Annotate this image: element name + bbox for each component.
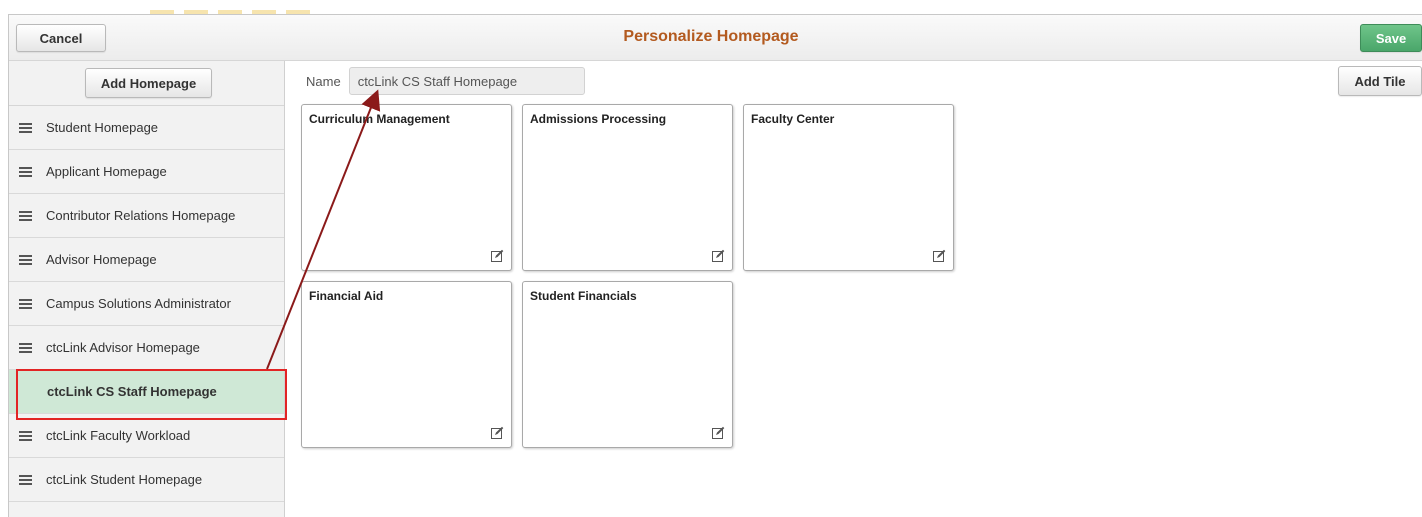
- tile-title: Faculty Center: [751, 112, 835, 126]
- tile-title: Financial Aid: [309, 289, 384, 303]
- name-input[interactable]: [348, 67, 585, 95]
- add-homepage-button[interactable]: Add Homepage: [85, 68, 212, 98]
- add-tile-button[interactable]: Add Tile: [1338, 66, 1422, 96]
- sidebar-item-label: ctcLink Student Homepage: [46, 472, 203, 487]
- hamburger-icon[interactable]: [19, 298, 33, 310]
- hamburger-icon[interactable]: [19, 122, 33, 134]
- hamburger-icon[interactable]: [19, 430, 33, 442]
- sidebar-item-label: ctcLink CS Staff Homepage: [47, 384, 217, 399]
- cancel-button[interactable]: Cancel: [16, 24, 106, 52]
- sidebar-item-label: Advisor Homepage: [46, 252, 157, 267]
- homepage-tile[interactable]: Student Financials: [522, 281, 733, 448]
- sidebar-item[interactable]: Advisor Homepage: [9, 238, 284, 282]
- edit-icon[interactable]: [491, 249, 504, 262]
- homepage-sidebar: Add Homepage Student Homepage Applicant H…: [9, 61, 285, 517]
- homepage-tile[interactable]: Financial Aid: [301, 281, 512, 448]
- save-button[interactable]: Save: [1360, 24, 1422, 52]
- homepage-tile[interactable]: Admissions Processing: [522, 104, 733, 271]
- name-label: Name: [306, 73, 341, 89]
- sidebar-header: Add Homepage: [9, 61, 284, 106]
- sidebar-item[interactable]: ctcLink CS Staff Homepage: [9, 370, 284, 414]
- header-bar: [9, 14, 1422, 61]
- hamburger-icon[interactable]: [19, 342, 33, 354]
- sidebar-item[interactable]: Contributor Relations Homepage: [9, 194, 284, 238]
- hamburger-icon[interactable]: [19, 474, 33, 486]
- tile-title: Curriculum Management: [309, 112, 450, 126]
- hamburger-icon[interactable]: [19, 210, 33, 222]
- sidebar-item[interactable]: Student Homepage: [9, 106, 284, 150]
- name-row: Name: [306, 67, 585, 95]
- homepage-list: Student Homepage Applicant Homepage Contri…: [9, 106, 284, 502]
- sidebar-item[interactable]: ctcLink Faculty Workload: [9, 414, 284, 458]
- edit-icon[interactable]: [933, 249, 946, 262]
- homepage-tile[interactable]: Faculty Center: [743, 104, 954, 271]
- hamburger-icon[interactable]: [19, 254, 33, 266]
- sidebar-item-label: Contributor Relations Homepage: [46, 208, 236, 223]
- sidebar-item-label: Student Homepage: [46, 120, 159, 135]
- sidebar-item-label: ctcLink Faculty Workload: [46, 428, 191, 443]
- sidebar-item-label: Campus Solutions Administrator: [46, 296, 231, 311]
- edit-icon[interactable]: [491, 426, 504, 439]
- hamburger-icon[interactable]: [19, 166, 33, 178]
- tile-title: Student Financials: [530, 289, 637, 303]
- sidebar-item[interactable]: Campus Solutions Administrator: [9, 282, 284, 326]
- sidebar-item-label: Applicant Homepage: [46, 164, 167, 179]
- edit-icon[interactable]: [712, 249, 725, 262]
- sidebar-item[interactable]: ctcLink Advisor Homepage: [9, 326, 284, 370]
- tile-title: Admissions Processing: [530, 112, 667, 126]
- homepage-tile[interactable]: Curriculum Management: [301, 104, 512, 271]
- sidebar-item-label: ctcLink Advisor Homepage: [46, 340, 200, 355]
- sidebar-item[interactable]: ctcLink Student Homepage: [9, 458, 284, 502]
- edit-icon[interactable]: [712, 426, 725, 439]
- sidebar-item[interactable]: Applicant Homepage: [9, 150, 284, 194]
